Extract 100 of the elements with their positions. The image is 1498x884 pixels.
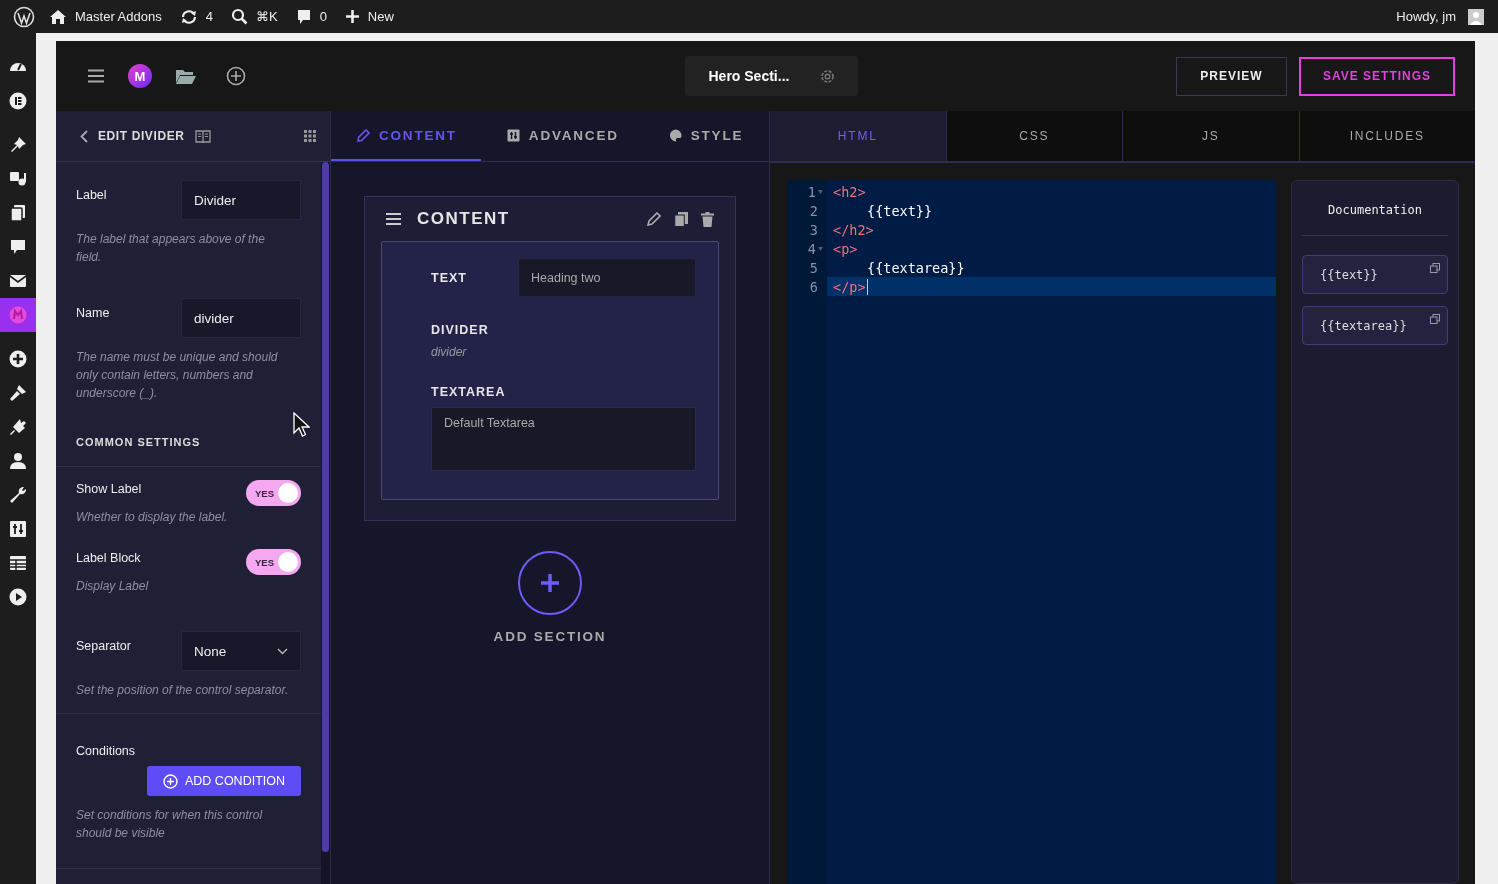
code-text: <p>	[833, 240, 858, 257]
code-tab[interactable]: INCLUDES	[1298, 111, 1475, 161]
brand-logo[interactable]: M	[128, 64, 152, 88]
drag-handle-icon[interactable]	[386, 213, 401, 225]
line-number: 5	[809, 259, 818, 276]
control-label: Show Label	[76, 481, 142, 496]
copy-icon[interactable]	[674, 211, 688, 227]
help-text: The label that appears above of the field.	[76, 231, 266, 266]
folder-icon[interactable]	[176, 68, 196, 84]
avatar-icon[interactable]	[1468, 8, 1484, 25]
menu-icon[interactable]	[88, 69, 104, 83]
mouse-cursor-icon	[293, 412, 310, 438]
pin-icon[interactable]	[9, 136, 27, 154]
template-name[interactable]: Hero Secti...	[708, 68, 790, 84]
wordpress-logo-icon[interactable]	[13, 5, 35, 28]
control-label: Label	[76, 187, 107, 202]
help-text: Display Label	[76, 578, 150, 595]
line-number: 6	[809, 278, 818, 295]
field-label: DIVIDER	[431, 323, 490, 337]
pencil-icon[interactable]	[647, 212, 661, 226]
toggle-switch[interactable]: YES	[246, 480, 301, 506]
select-field[interactable]: None	[181, 631, 301, 671]
textarea-field[interactable]: Default Textarea	[431, 407, 696, 471]
code-tab[interactable]: JS	[1122, 111, 1299, 161]
palette-icon[interactable]	[668, 128, 682, 142]
user-icon[interactable]	[9, 452, 27, 470]
help-text: Whether to display the label.	[76, 509, 229, 526]
elementor-icon[interactable]	[9, 92, 27, 110]
text-field[interactable]: Heading two	[518, 258, 696, 297]
add-icon[interactable]	[226, 66, 246, 86]
code-editor[interactable]: 1 <h2> 2 {{text}} 3 </h2> 4 <p> 5 {{textarea}} 6 </p>	[787, 180, 1276, 884]
help-text: The name must be unique and should only contain letters, numbers and underscore (_).	[76, 349, 279, 402]
book-icon[interactable]	[194, 129, 211, 143]
greeting-link[interactable]: Howdy, jm	[1396, 9, 1456, 24]
refresh-icon[interactable]	[179, 7, 198, 26]
play-icon[interactable]	[9, 588, 27, 606]
help-text: Set the position of the control separator.	[76, 682, 290, 699]
copy-icon[interactable]	[1430, 263, 1440, 273]
copy-icon[interactable]	[1430, 314, 1440, 324]
tab[interactable]: STYLE	[642, 111, 768, 161]
documentation-title: Documentation	[1302, 181, 1448, 236]
code-tab[interactable]: HTML	[770, 111, 946, 161]
site-name-link[interactable]: Master Addons	[75, 9, 162, 24]
search-icon[interactable]	[230, 8, 248, 25]
sliders-icon[interactable]	[9, 520, 27, 538]
fold-caret-icon[interactable]	[818, 189, 823, 194]
code-text: {{textarea}}	[867, 259, 965, 276]
pencil-icon[interactable]	[357, 128, 370, 142]
settings-icon[interactable]	[818, 67, 836, 85]
new-link[interactable]: New	[367, 9, 394, 24]
line-number: 4	[807, 240, 816, 257]
control-label: Conditions	[76, 743, 136, 758]
grid-icon[interactable]	[304, 130, 316, 142]
line-number: 3	[809, 221, 818, 238]
media-icon[interactable]	[9, 170, 27, 188]
sliders-icon[interactable]	[506, 128, 520, 142]
scrollbar-thumb[interactable]	[322, 162, 329, 852]
line-number: 1	[807, 183, 816, 200]
plus-icon[interactable]	[9, 350, 27, 368]
panel-title: EDIT DIVIDER	[98, 129, 185, 143]
home-icon[interactable]	[49, 7, 67, 26]
plus-circle-icon[interactable]	[163, 773, 178, 789]
control-label: Label Block	[76, 550, 141, 565]
back-icon[interactable]	[80, 129, 88, 143]
mail-icon[interactable]	[9, 272, 27, 290]
comment-icon[interactable]	[295, 8, 312, 25]
comment-icon[interactable]	[9, 238, 27, 256]
field-label: TEXTAREA	[431, 385, 507, 399]
brush-icon[interactable]	[9, 384, 27, 402]
control-label: Separator	[76, 638, 131, 653]
toggle-switch[interactable]: YES	[246, 549, 301, 575]
variable-chip[interactable]: {{text}}	[1302, 255, 1448, 294]
field-label: TEXT	[431, 270, 467, 285]
chevron-down-icon[interactable]	[277, 647, 288, 655]
line-number: 2	[809, 202, 818, 219]
add-section-button[interactable]	[518, 551, 582, 615]
tab[interactable]: ADVANCED	[480, 111, 643, 161]
add-section-label[interactable]: ADD SECTION	[493, 629, 607, 644]
pages-icon[interactable]	[9, 204, 27, 222]
wrench-icon[interactable]	[9, 486, 27, 504]
preview-button[interactable]: PREVIEW	[1176, 56, 1287, 96]
section-title: CONTENT	[417, 209, 510, 229]
plug-icon[interactable]	[9, 418, 27, 436]
divider-name: divider	[431, 345, 468, 359]
code-text: </p>	[833, 278, 866, 295]
code-tab[interactable]: CSS	[945, 111, 1122, 161]
code-text: <h2>	[833, 183, 866, 200]
search-shortcut[interactable]: ⌘K	[255, 9, 278, 24]
input-field[interactable]: divider	[181, 298, 301, 338]
trash-icon[interactable]	[701, 211, 714, 227]
input-field[interactable]: Divider	[181, 180, 301, 220]
comment-count[interactable]: 0	[319, 9, 327, 24]
fold-caret-icon[interactable]	[818, 246, 823, 251]
variable-chip[interactable]: {{textarea}}	[1302, 306, 1448, 345]
table-icon[interactable]	[9, 554, 27, 572]
add-condition-button[interactable]: ADD CONDITION	[147, 766, 301, 796]
help-text: Set conditions for when this control should be visible	[76, 807, 264, 842]
code-text: </h2>	[833, 221, 874, 238]
update-count[interactable]: 4	[205, 9, 213, 24]
save-settings-button[interactable]: SAVE SETTINGS	[1299, 56, 1455, 96]
